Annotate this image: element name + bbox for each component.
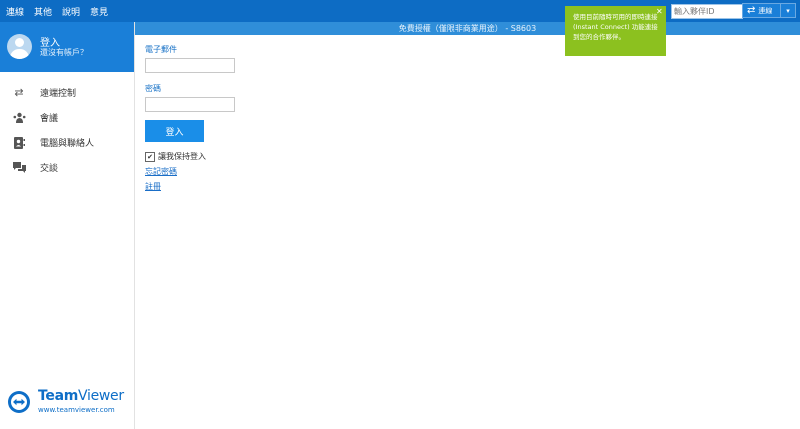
password-label: 密碼 <box>145 84 161 93</box>
people-svg <box>13 112 25 123</box>
avatar-body <box>10 49 29 59</box>
close-icon[interactable]: ✕ <box>656 7 663 16</box>
tooltip-text: 使用目前隨時可用的即時連接 (Instant Connect) 功能連接到您的合… <box>573 13 658 41</box>
sidebar-item-remote-control[interactable]: ⇄ 遠端控制 <box>0 80 134 105</box>
logo-url: www.teamviewer.com <box>38 406 115 414</box>
email-field[interactable] <box>145 58 235 73</box>
keep-signed-in-label: 讓我保持登入 <box>158 152 206 161</box>
logo-wordmark: TeamViewer <box>38 388 124 404</box>
password-field[interactable] <box>145 97 235 112</box>
keep-signed-in-checkbox[interactable]: ✔ <box>145 151 155 162</box>
sidebar-item-label: 電腦與聯絡人 <box>40 139 95 149</box>
register-link[interactable]: 註冊 <box>145 181 235 192</box>
teamviewer-logo-icon <box>8 391 30 413</box>
chat-bubbles-svg <box>12 161 26 173</box>
teamviewer-logo: TeamViewer www.teamviewer.com <box>8 387 134 417</box>
connect-main[interactable]: ⇄ 連線 <box>743 4 780 17</box>
sidebar: 登入 還沒有帳戶？ ⇄ 遠端控制 會議 電腦與聯絡人 交談 TeamViewer… <box>0 22 135 429</box>
no-account-link[interactable]: 還沒有帳戶？ <box>40 47 88 58</box>
license-text: 免費授權（僅限非商業用途） - S8603 <box>398 24 537 33</box>
email-label: 電子郵件 <box>145 45 177 54</box>
menu-connection[interactable]: 連線 <box>6 5 24 18</box>
instant-connect-tooltip: 使用目前隨時可用的即時連接 (Instant Connect) 功能連接到您的合… <box>565 6 666 56</box>
menu-help[interactable]: 說明 <box>62 5 80 18</box>
sign-in-button[interactable]: 登入 <box>145 120 204 142</box>
sidebar-item-chat[interactable]: 交談 <box>0 155 134 180</box>
partner-id-input[interactable] <box>671 4 743 19</box>
sidebar-item-label: 遠端控制 <box>40 89 77 99</box>
menu-feedback[interactable]: 意見 <box>90 5 108 18</box>
sidebar-item-label: 會議 <box>40 114 59 124</box>
sign-in-form: 電子郵件 密碼 登入 ✔ 讓我保持登入 忘記密碼 註冊 <box>145 44 235 192</box>
avatar <box>7 34 32 59</box>
contact-book-svg <box>13 136 25 149</box>
main-menu: 連線 其他 說明 意見 <box>6 0 118 22</box>
connect-arrows-icon: ⇄ <box>747 5 756 16</box>
people-icon <box>12 112 26 124</box>
menu-bar: 連線 其他 說明 意見 ⇄ 連線 ▾ <box>0 0 800 22</box>
logo-name-light: Viewer <box>78 388 124 404</box>
logo-name-bold: Team <box>38 388 79 404</box>
logo-inner <box>11 394 27 410</box>
sidebar-item-label: 交談 <box>40 164 59 174</box>
connect-button[interactable]: ⇄ 連線 ▾ <box>742 3 796 18</box>
connect-label: 連線 <box>758 6 773 15</box>
forgot-password-link[interactable]: 忘記密碼 <box>145 166 235 177</box>
sidebar-nav: ⇄ 遠端控制 會議 電腦與聯絡人 交談 <box>0 80 134 180</box>
chevron-down-icon[interactable]: ▾ <box>780 4 795 17</box>
sidebar-item-meeting[interactable]: 會議 <box>0 105 134 130</box>
avatar-head <box>15 38 24 47</box>
account-panel[interactable]: 登入 還沒有帳戶？ <box>0 22 134 72</box>
license-banner: 免費授權（僅限非商業用途） - S8603 <box>135 22 800 35</box>
keep-signed-in[interactable]: ✔ 讓我保持登入 <box>145 151 235 162</box>
arrows-icon: ⇄ <box>14 86 24 99</box>
logo-arrows-svg <box>13 398 25 406</box>
contact-book-icon <box>12 136 26 149</box>
chat-bubbles-icon <box>12 161 26 174</box>
menu-extras[interactable]: 其他 <box>34 5 52 18</box>
sidebar-item-computers-contacts[interactable]: 電腦與聯絡人 <box>0 130 134 155</box>
